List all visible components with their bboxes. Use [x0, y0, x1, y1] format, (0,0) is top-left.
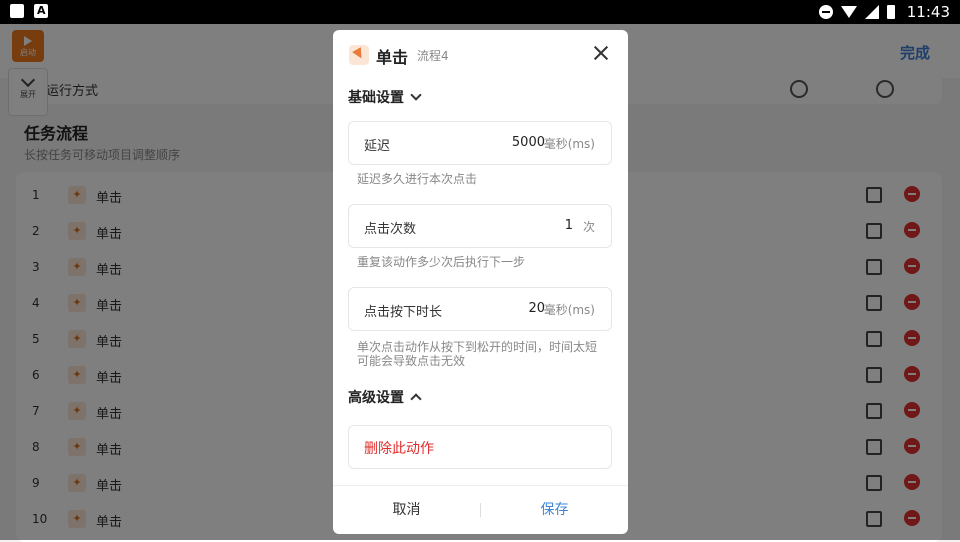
delay-unit: 毫秒(ms) — [543, 137, 595, 151]
wifi-icon — [840, 6, 857, 18]
gallery-icon — [10, 4, 24, 18]
cancel-button[interactable]: 取消 — [333, 486, 480, 534]
battery-icon — [886, 5, 895, 19]
basic-settings-label: 基础设置 — [348, 90, 404, 106]
press-duration-hint: 单次点击动作从按下到松开的时间，时间太短可能会导致点击无效 — [357, 340, 598, 368]
delay-label: 延迟 — [364, 139, 391, 154]
press-duration-label: 点击按下时长 — [364, 305, 443, 320]
dialog-header: 单击 流程4 — [333, 30, 628, 80]
delay-hint: 延迟多久进行本次点击 — [357, 172, 478, 186]
status-time: 11:43 — [906, 3, 950, 21]
delay-value[interactable]: 5000 — [475, 135, 545, 150]
chevron-down-icon — [410, 89, 422, 101]
status-bar: 11:43 — [0, 0, 960, 24]
action-settings-dialog: 单击 流程4 基础设置 延迟 5000 毫秒(ms) 延迟多久进行本次点击 点击… — [333, 30, 628, 534]
advanced-settings-toggle[interactable]: 高级设置 — [348, 387, 422, 407]
chevron-up-icon — [410, 393, 422, 405]
delay-field[interactable]: 延迟 5000 毫秒(ms) — [348, 121, 612, 165]
press-duration-unit: 毫秒(ms) — [543, 303, 595, 317]
click-count-field[interactable]: 点击次数 1 次 — [348, 204, 612, 248]
click-count-unit: 次 — [582, 220, 595, 234]
font-icon — [34, 4, 48, 18]
signal-icon — [864, 5, 879, 19]
dialog-title: 单击 — [376, 48, 409, 67]
delete-action-label: 删除此动作 — [364, 441, 434, 457]
basic-settings-toggle[interactable]: 基础设置 — [348, 87, 422, 107]
click-count-hint: 重复该动作多少次后执行下一步 — [357, 255, 526, 269]
do-not-disturb-icon — [818, 5, 833, 19]
press-duration-field[interactable]: 点击按下时长 20 毫秒(ms) — [348, 287, 612, 331]
dialog-subtitle: 流程4 — [417, 49, 449, 63]
save-button[interactable]: 保存 — [481, 486, 628, 534]
close-icon[interactable] — [592, 44, 610, 62]
click-count-value[interactable]: 1 — [503, 218, 573, 233]
press-duration-value[interactable]: 20 — [475, 301, 545, 316]
dialog-footer: 取消 保存 — [333, 485, 628, 534]
click-count-label: 点击次数 — [364, 222, 417, 237]
advanced-settings-label: 高级设置 — [348, 390, 404, 406]
tap-icon — [349, 45, 369, 65]
delete-action-button[interactable]: 删除此动作 — [348, 425, 612, 469]
